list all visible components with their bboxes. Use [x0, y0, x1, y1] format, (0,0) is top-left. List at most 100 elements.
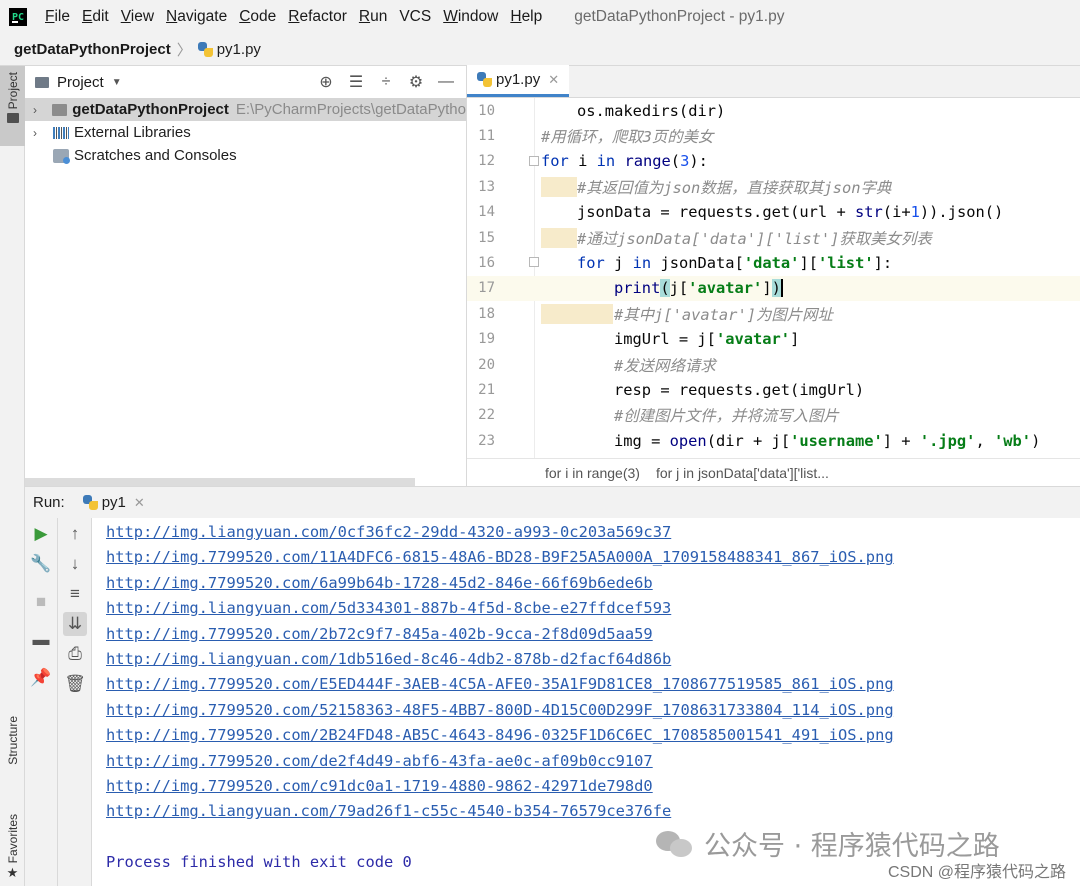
menu-edit[interactable]: Edit — [76, 8, 115, 26]
menu-refactor[interactable]: Refactor — [282, 8, 353, 26]
console-link[interactable]: http://img.liangyuan.com/1db516ed-8c46-4… — [106, 650, 671, 668]
tree-item-label: External Libraries — [74, 124, 191, 141]
menu-window[interactable]: Window — [437, 8, 504, 26]
python-file-icon — [197, 42, 213, 57]
wrench-icon[interactable]: 🔧 — [29, 552, 53, 576]
code-text: resp = requests.get(imgUrl) — [614, 381, 865, 400]
arrow-down-icon[interactable]: ↓ — [63, 552, 87, 576]
wechat-logo-icon — [656, 829, 694, 859]
project-panel-toolbar: ⊕ ☰ ÷ ⚙ — — [316, 72, 456, 92]
gear-icon[interactable]: ⚙ — [406, 72, 426, 92]
console-link[interactable]: http://img.liangyuan.com/5d334301-887b-4… — [106, 599, 671, 617]
indent-highlight — [541, 227, 577, 248]
locate-file-icon[interactable]: ⊕ — [316, 72, 336, 92]
stop-icon[interactable]: ■ — [29, 590, 53, 614]
menu-code[interactable]: Code — [233, 8, 282, 26]
menu-view[interactable]: View — [115, 8, 160, 26]
dropdown-caret-icon[interactable]: ▼ — [112, 77, 122, 88]
tree-item-label: Scratches and Consoles — [74, 147, 237, 164]
console-link[interactable]: http://img.7799520.com/2b72c9f7-845a-402… — [106, 625, 653, 643]
breadcrumb-project[interactable]: getDataPythonProject — [14, 41, 171, 58]
code-comment: #通过jsonData['data']['list']获取美女列表 — [577, 229, 932, 248]
console-link[interactable]: http://img.7799520.com/c91dc0a1-1719-488… — [106, 777, 653, 795]
pin-icon[interactable]: 📌 — [29, 666, 53, 690]
soft-wrap-icon[interactable]: ≡ — [63, 582, 87, 606]
close-icon[interactable]: ✕ — [134, 495, 145, 511]
line-number: 11 — [478, 128, 495, 145]
pycharm-logo-icon: PC — [9, 8, 27, 26]
breadcrumb-file[interactable]: py1.py — [217, 41, 261, 58]
layout-icon[interactable]: ▬ — [29, 628, 53, 652]
code-line: 15 #通过jsonData['data']['list']获取美女列表 — [467, 225, 1080, 250]
expand-all-icon[interactable]: ☰ — [346, 72, 366, 92]
fold-icon[interactable] — [529, 155, 539, 166]
menu-file[interactable]: File — [39, 8, 76, 26]
code-line: 13 #其返回值为json数据，直接获取其json字典 — [467, 174, 1080, 199]
code-text: for i in range(3): — [541, 152, 708, 171]
library-icon — [53, 126, 69, 139]
code-text: os.makedirs(dir) — [577, 101, 726, 120]
run-tab-py1[interactable]: py1 ✕ — [82, 494, 145, 511]
console-link[interactable]: http://img.liangyuan.com/0cf36fc2-29dd-4… — [106, 523, 671, 541]
console-link[interactable]: http://img.liangyuan.com/79ad26f1-c55c-4… — [106, 802, 671, 820]
code-text: imgUrl = j['avatar'] — [614, 330, 800, 349]
hide-panel-icon[interactable]: — — [436, 72, 456, 92]
code-line: 14 jsonData = requests.get(url + str(i+1… — [467, 200, 1080, 225]
left-tool-stripe: Project Structure Favorites ★ — [0, 66, 25, 886]
console-link[interactable]: http://img.7799520.com/6a99b64b-1728-45d… — [106, 574, 653, 592]
code-line: 19 imgUrl = j['avatar'] — [467, 327, 1080, 352]
rerun-icon[interactable]: ▶ — [29, 522, 53, 546]
menu-help[interactable]: Help — [504, 8, 548, 26]
project-tool-label: Project — [5, 72, 20, 110]
line-number: 20 — [478, 356, 495, 373]
editor-tab-py1[interactable]: py1.py ✕ — [467, 65, 570, 97]
trash-icon[interactable]: 🗑 — [63, 672, 87, 696]
star-icon: ★ — [6, 865, 19, 881]
structure-tool-tab[interactable]: Structure — [0, 716, 25, 800]
run-toolbar-primary: ▶ 🔧 ■ ▬ 📌 — [25, 518, 58, 886]
console-link[interactable]: http://img.7799520.com/de2f4d49-abf6-43f… — [106, 752, 653, 770]
console-link[interactable]: http://img.7799520.com/52158363-48F5-4BB… — [106, 701, 894, 719]
menu-bar: PC File Edit View Navigate Code Refactor… — [0, 0, 1080, 34]
window-title: getDataPythonProject - py1.py — [574, 8, 785, 25]
chevron-right-icon: 〉 — [176, 42, 192, 59]
favorites-tool-tab[interactable]: Favorites ★ — [0, 814, 25, 886]
line-number: 16 — [478, 255, 495, 272]
menu-run[interactable]: Run — [353, 8, 393, 26]
code-line: 23 img = open(dir + j['username'] + '.jp… — [467, 428, 1080, 453]
menu-navigate[interactable]: Navigate — [160, 8, 233, 26]
print-icon[interactable]: ⎙ — [63, 642, 87, 666]
run-panel-header: Run: py1 ✕ — [25, 486, 1080, 518]
fold-icon[interactable] — [529, 257, 539, 268]
code-line: 18 #其中j['avatar']为图片网址 — [467, 301, 1080, 326]
tree-item-project-root[interactable]: › getDataPythonProject E:\PyCharmProject… — [25, 98, 466, 121]
collapse-all-icon[interactable]: ÷ — [376, 72, 396, 92]
code-text: img = open(dir + j['username'] + '.jpg',… — [614, 431, 1041, 450]
close-icon[interactable]: ✕ — [548, 72, 559, 88]
project-tool-tab[interactable]: Project — [0, 66, 25, 146]
console-link[interactable]: http://img.7799520.com/2B24FD48-AB5C-464… — [106, 726, 894, 744]
structure-tool-label: Structure — [5, 716, 20, 765]
project-panel-title: Project — [57, 73, 104, 91]
chevron-right-icon[interactable]: › — [33, 103, 46, 117]
project-view-icon — [35, 76, 49, 88]
scroll-to-end-icon[interactable]: ⇊ — [63, 612, 87, 636]
scratches-icon — [53, 148, 70, 164]
line-number: 19 — [478, 331, 495, 348]
run-toolbar-secondary: ↑ ↓ ≡ ⇊ ⎙ 🗑 — [58, 518, 92, 886]
tree-item-scratches[interactable]: Scratches and Consoles — [25, 144, 466, 167]
line-number: 12 — [478, 153, 495, 170]
arrow-up-icon[interactable]: ↑ — [63, 522, 87, 546]
editor-crumb[interactable]: for j in jsonData['data']['list... — [656, 465, 829, 481]
line-number: 22 — [478, 407, 495, 424]
code-line: 10 os.makedirs(dir) — [467, 98, 1080, 123]
menu-vcs[interactable]: VCS — [393, 8, 437, 26]
console-link[interactable]: http://img.7799520.com/E5ED444F-3AEB-4C5… — [106, 675, 894, 693]
editor-crumb[interactable]: for i in range(3) — [545, 465, 640, 481]
indent-highlight — [541, 303, 613, 324]
console-link[interactable]: http://img.7799520.com/11A4DFC6-6815-48A… — [106, 548, 894, 566]
code-area[interactable]: 10 os.makedirs(dir) 11 #用循环，爬取3页的美女 12 f… — [467, 98, 1080, 458]
chevron-right-icon[interactable]: › — [33, 126, 47, 140]
tree-item-external-libraries[interactable]: › External Libraries — [25, 121, 466, 144]
horizontal-scrollbar[interactable] — [25, 478, 415, 486]
